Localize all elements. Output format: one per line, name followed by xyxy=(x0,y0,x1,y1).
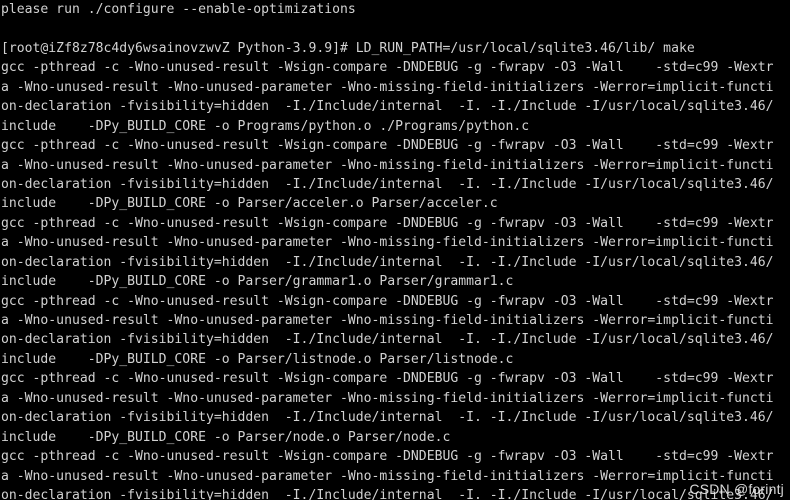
terminal-line: on-declaration -fvisibility=hidden -I./I… xyxy=(1,176,774,192)
terminal-line: include -DPy_BUILD_CORE -o Parser/node.o… xyxy=(1,429,451,445)
terminal-line: a -Wno-unused-result -Wno-unused-paramet… xyxy=(1,235,774,251)
terminal-line: gcc -pthread -c -Wno-unused-result -Wsig… xyxy=(1,138,774,154)
terminal-line: a -Wno-unused-result -Wno-unused-paramet… xyxy=(1,468,774,484)
terminal-line: include -DPy_BUILD_CORE -o Parser/accele… xyxy=(1,196,498,212)
terminal-line: please run ./configure --enable-optimiza… xyxy=(1,2,356,17)
terminal-line: gcc -pthread -c -Wno-unused-result -Wsig… xyxy=(1,60,774,76)
terminal-output-pane[interactable]: please run ./configure --enable-optimiza… xyxy=(0,0,790,500)
terminal-line: gcc -pthread -c -Wno-unused-result -Wsig… xyxy=(1,215,774,231)
terminal-line: on-declaration -fvisibility=hidden -I./I… xyxy=(1,487,774,500)
terminal-line: a -Wno-unused-result -Wno-unused-paramet… xyxy=(1,157,774,173)
terminal-line: on-declaration -fvisibility=hidden -I./I… xyxy=(1,332,774,348)
terminal-line: a -Wno-unused-result -Wno-unused-paramet… xyxy=(1,79,774,95)
terminal-line: gcc -pthread -c -Wno-unused-result -Wsig… xyxy=(1,371,774,387)
terminal-line-container: please run ./configure --enable-optimiza… xyxy=(1,0,790,500)
terminal-line: [root@iZf8z78c4dy6wsainovzwvZ Python-3.9… xyxy=(1,40,695,56)
terminal-line: on-declaration -fvisibility=hidden -I./I… xyxy=(1,410,774,426)
terminal-line: on-declaration -fvisibility=hidden -I./I… xyxy=(1,254,774,270)
terminal-line: gcc -pthread -c -Wno-unused-result -Wsig… xyxy=(1,449,774,465)
terminal-line: include -DPy_BUILD_CORE -o Programs/pyth… xyxy=(1,118,530,134)
terminal-line: a -Wno-unused-result -Wno-unused-paramet… xyxy=(1,313,774,328)
terminal-line: include -DPy_BUILD_CORE -o Parser/listno… xyxy=(1,351,514,367)
terminal-line: include -DPy_BUILD_CORE -o Parser/gramma… xyxy=(1,274,514,290)
terminal-line: a -Wno-unused-result -Wno-unused-paramet… xyxy=(1,390,774,406)
terminal-line: on-declaration -fvisibility=hidden -I./I… xyxy=(1,99,774,115)
terminal-line: gcc -pthread -c -Wno-unused-result -Wsig… xyxy=(1,293,774,309)
